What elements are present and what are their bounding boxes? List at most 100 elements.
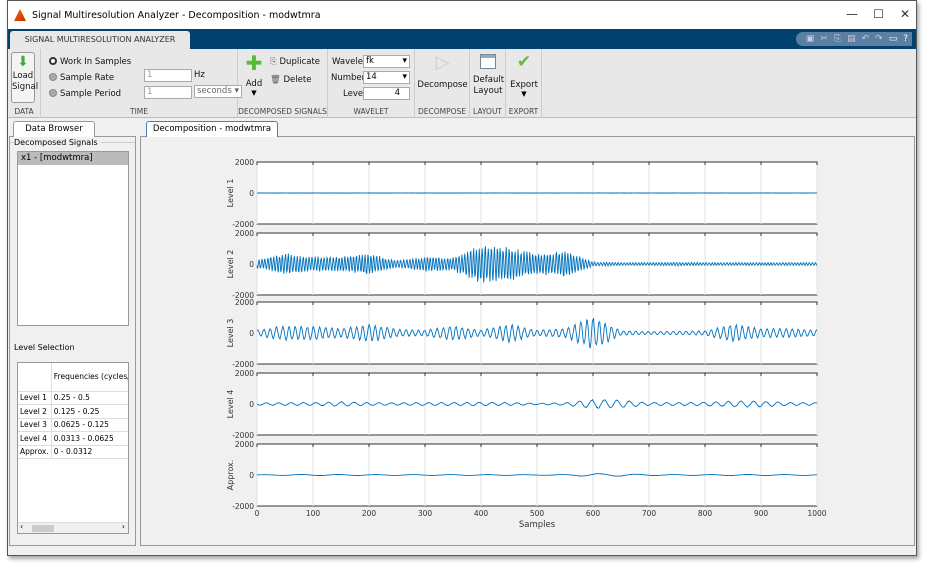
decompose-button[interactable]: ▷ Decompose <box>415 52 470 91</box>
group-label-export: EXPORT <box>508 107 539 116</box>
signal-item[interactable]: x1 - [modwtmra] <box>18 152 128 165</box>
horizontal-scrollbar[interactable]: ‹ › <box>18 522 128 533</box>
sample-period-input[interactable]: 1 <box>144 86 192 99</box>
group-label-data: DATA <box>14 107 34 116</box>
decomposition-plots: -200002000Level 1-200002000Level 2-20000… <box>226 158 827 530</box>
y-tick-label: 0 <box>249 471 254 480</box>
y-tick-label: 2000 <box>235 440 254 449</box>
export-group: ✔ Export ▼ EXPORT <box>506 49 542 118</box>
window-icon[interactable]: ▭ <box>889 34 898 44</box>
duplicate-button[interactable]: ⎘ Duplicate <box>270 57 320 67</box>
redo-icon[interactable]: ↷ <box>875 34 883 44</box>
work-in-samples-radio[interactable]: Work In Samples <box>49 57 131 67</box>
x-tick-label: 0 <box>255 509 260 518</box>
group-label-decomposed-signals: DECOMPOSED SIGNALS <box>238 107 327 116</box>
y-axis-label: Level 3 <box>226 319 235 348</box>
title-bar: Signal Multiresolution Analyzer - Decomp… <box>8 1 916 29</box>
level-row[interactable]: Level 1 0.25 - 0.5 <box>18 391 128 405</box>
sample-period-unit-dropdown[interactable]: seconds <box>194 85 242 98</box>
wavelet-group: Wavelet fk Number 14 Level 4 WAVELET <box>328 49 415 118</box>
x-tick-label: 500 <box>530 509 545 518</box>
tab-decomposition[interactable]: Decomposition - modwtmra <box>146 121 278 137</box>
undo-icon[interactable]: ↶ <box>862 34 870 44</box>
app-window: Signal Multiresolution Analyzer - Decomp… <box>7 0 917 556</box>
trash-icon: 🗑 <box>270 75 281 85</box>
tab-signal-multiresolution-analyzer[interactable]: SIGNAL MULTIRESOLUTION ANALYZER <box>10 31 190 49</box>
y-axis-label: Level 4 <box>226 390 235 419</box>
y-tick-label: 0 <box>249 329 254 338</box>
export-button[interactable]: ✔ Export ▼ <box>506 52 542 99</box>
scrollbar-thumb[interactable] <box>32 525 54 532</box>
sample-rate-input[interactable]: 1 <box>144 69 192 82</box>
x-tick-label: 700 <box>642 509 657 518</box>
decomposed-signals-group: ✚ Add ▼ ⎘ Duplicate 🗑 Delete DECOMPOSED … <box>238 49 328 118</box>
y-tick-label: -2000 <box>232 502 254 511</box>
cut-icon[interactable]: ✂ <box>820 34 828 44</box>
number-dropdown[interactable]: 14 <box>363 71 410 84</box>
signals-list[interactable]: x1 - [modwtmra] <box>17 151 129 326</box>
y-tick-label: 0 <box>249 189 254 198</box>
group-label-wavelet: WAVELET <box>353 107 389 116</box>
y-tick-label: 0 <box>249 260 254 269</box>
y-tick-label: 2000 <box>235 298 254 307</box>
close-button[interactable]: ✕ <box>900 7 910 21</box>
frequency-cell: 0.0625 - 0.125 <box>51 418 128 432</box>
checkmark-icon: ✔ <box>516 52 532 72</box>
level-row[interactable]: Approx. 0 - 0.0312 <box>18 445 128 459</box>
number-label: Number <box>331 73 366 83</box>
load-signal-button[interactable]: ⬇ Load Signal <box>11 52 38 103</box>
x-tick-label: 800 <box>698 509 713 518</box>
data-group: ⬇ Load Signal DATA <box>8 49 41 118</box>
y-tick-label: 2000 <box>235 229 254 238</box>
matlab-logo-icon <box>14 9 26 21</box>
layout-group: Default Layout LAYOUT <box>470 49 506 118</box>
group-label-time: TIME <box>129 107 148 116</box>
axes-level-3: -2000 0 2000 Level 3 <box>226 298 818 369</box>
x-tick-label: 100 <box>306 509 321 518</box>
copy-icon[interactable]: ⎘ <box>834 34 841 44</box>
ribbon-tab-bar: SIGNAL MULTIRESOLUTION ANALYZER ▣ ✂ ⎘ ▤ ↶ ↷ ▭? <box>8 29 916 49</box>
save-icon[interactable]: ▣ <box>806 34 815 44</box>
delete-button[interactable]: 🗑 Delete <box>270 75 311 85</box>
level-selection-title: Level Selection <box>14 343 78 352</box>
wavelet-label: Wavelet <box>332 57 367 67</box>
y-tick-label: 0 <box>249 400 254 409</box>
level-spinner[interactable]: 4 <box>363 87 410 100</box>
y-axis-label: Level 2 <box>226 250 235 279</box>
sample-rate-radio[interactable]: Sample Rate <box>49 73 114 83</box>
tab-data-browser[interactable]: Data Browser <box>13 121 95 137</box>
x-axis-label: Samples <box>519 520 556 530</box>
time-group: Work In Samples Sample Rate Sample Perio… <box>41 49 242 118</box>
data-browser-panel: Decomposed Signals x1 - [modwtmra] Level… <box>9 136 136 546</box>
level-cell: Level 1 <box>18 391 52 405</box>
add-button[interactable]: ✚ Add ▼ <box>244 53 264 97</box>
level-table[interactable]: Frequencies (cycles/sample) Level 10.25 … <box>17 362 129 534</box>
y-tick-label: -2000 <box>232 360 254 369</box>
load-arrow-icon: ⬇ <box>17 54 29 70</box>
maximize-button[interactable]: ☐ <box>873 7 884 21</box>
group-label-decompose: DECOMPOSE <box>417 107 467 116</box>
wavelet-dropdown[interactable]: fk <box>363 55 410 68</box>
y-axis-label: Approx. <box>226 460 235 491</box>
level-row[interactable]: Level 3 0.0625 - 0.125 <box>18 418 128 432</box>
axes-approx-: -2000 0 2000 Approx. <box>226 440 818 511</box>
level-cell: Level 3 <box>18 418 52 432</box>
x-tick-label: 200 <box>362 509 377 518</box>
frequency-cell: 0.125 - 0.25 <box>51 404 128 419</box>
minimize-button[interactable]: — <box>846 7 858 21</box>
default-layout-button[interactable]: Default Layout <box>470 54 506 97</box>
level-cell: Level 4 <box>18 431 52 446</box>
level-cell: Level 2 <box>18 404 52 419</box>
frequency-cell: 0.25 - 0.5 <box>51 391 128 405</box>
axes-level-4: -2000 0 2000 Level 4 <box>226 369 818 440</box>
level-row[interactable]: Level 2 0.125 - 0.25 <box>18 404 128 419</box>
level-row[interactable]: Level 4 0.0313 - 0.0625 <box>18 431 128 446</box>
sample-period-radio[interactable]: Sample Period <box>49 89 121 99</box>
x-tick-label: 900 <box>754 509 769 518</box>
window-title: Signal Multiresolution Analyzer - Decomp… <box>32 9 321 21</box>
help-icon[interactable]: ? <box>903 34 908 44</box>
paste-icon[interactable]: ▤ <box>847 34 856 44</box>
level-cell: Approx. <box>18 445 52 459</box>
x-tick-label: 1000 <box>807 509 826 518</box>
play-icon: ▷ <box>435 52 450 73</box>
